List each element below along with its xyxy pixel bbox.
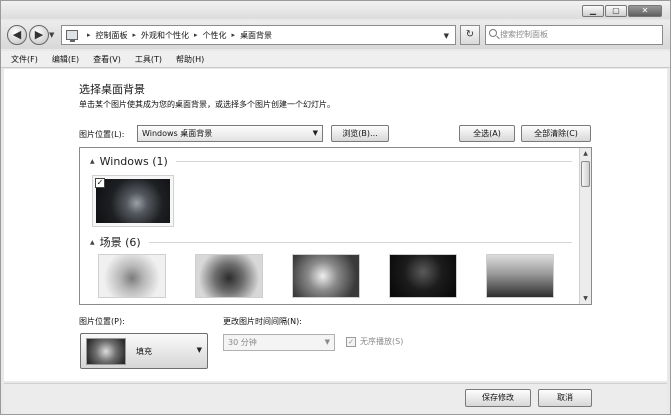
title-bar: ▁ ▢ ✕ — [1, 1, 670, 19]
breadcrumb: ▸ 控制面板 ▸ 外观和个性化 ▸ 个性化 ▸ 桌面背景 — [82, 30, 272, 41]
menu-bar: 文件(F) 编辑(E) 查看(V) 工具(T) 帮助(H) — [1, 51, 670, 68]
breadcrumb-control-panel[interactable]: 控制面板 — [96, 30, 128, 41]
picture-location-label: 图片位置(L): — [79, 130, 125, 139]
wallpaper-thumb-scene[interactable] — [389, 254, 457, 298]
collapse-icon: ▲ — [90, 158, 95, 165]
menu-tools[interactable]: 工具(T) — [135, 54, 162, 65]
gallery-scrollbar[interactable]: ▲ ▼ — [579, 148, 591, 304]
picture-location-value: Windows 桌面背景 — [142, 129, 213, 138]
chevron-down-icon: ▼ — [312, 129, 318, 137]
picture-location-select[interactable]: Windows 桌面背景 ▼ — [137, 125, 323, 142]
group-divider — [148, 241, 572, 243]
menu-view[interactable]: 查看(V) — [93, 54, 121, 65]
clear-all-button[interactable]: 全部清除(C) — [521, 125, 591, 142]
change-interval-value: 30 分钟 — [228, 338, 257, 347]
page-title: 选择桌面背景 — [79, 83, 145, 96]
refresh-button[interactable]: ↻ — [460, 25, 480, 45]
wallpaper-thumb-scene[interactable] — [98, 254, 166, 298]
control-panel-window: ▁ ▢ ✕ ◀ ▶ ▼ ▸ 控制面板 ▸ 外观和个性化 ▸ 个性化 ▸ 桌面背景… — [0, 0, 671, 415]
breadcrumb-separator: ▸ — [194, 31, 198, 39]
shuffle-checkbox[interactable]: ✓ 无序播放(S) — [346, 336, 403, 347]
search-input[interactable]: 搜索控制面板 — [485, 25, 663, 45]
picture-position-value: 填充 — [136, 347, 152, 356]
group-label-windows: Windows (1) — [99, 155, 168, 168]
wallpaper-thumb-scene[interactable] — [486, 254, 554, 298]
wallpaper-thumb-windows[interactable]: ✓ — [92, 175, 174, 227]
change-interval-select[interactable]: 30 分钟 ▼ — [223, 334, 335, 351]
search-icon — [489, 29, 497, 37]
breadcrumb-separator: ▸ — [87, 31, 91, 39]
wallpaper-thumb-scene[interactable] — [292, 254, 360, 298]
navigation-bar: ◀ ▶ ▼ ▸ 控制面板 ▸ 外观和个性化 ▸ 个性化 ▸ 桌面背景 ▼ ↻ 搜… — [1, 21, 670, 49]
breadcrumb-separator: ▸ — [231, 31, 236, 39]
window-controls: ▁ ▢ ✕ — [581, 5, 662, 17]
select-all-button[interactable]: 全选(A) — [459, 125, 515, 142]
recent-pages-dropdown[interactable]: ▼ — [49, 31, 54, 39]
wallpaper-thumb-scene[interactable] — [195, 254, 263, 298]
menu-edit[interactable]: 编辑(E) — [52, 54, 79, 65]
cancel-button[interactable]: 取消 — [538, 389, 592, 407]
position-preview-image — [86, 338, 126, 365]
windows-logo-image — [96, 179, 170, 223]
chevron-down-icon: ▼ — [196, 346, 202, 354]
address-dropdown-icon[interactable]: ▼ — [444, 32, 449, 40]
close-button[interactable]: ✕ — [628, 5, 662, 17]
scroll-up-icon[interactable]: ▲ — [580, 148, 591, 159]
checkbox-selected[interactable]: ✓ — [95, 178, 105, 188]
page-description: 单击某个图片使其成为您的桌面背景，或选择多个图片创建一个幻灯片。 — [79, 100, 335, 109]
breadcrumb-personalization[interactable]: 个性化 — [203, 30, 227, 41]
wallpaper-gallery[interactable]: ▲ Windows (1) ✓ ▲ 场景 (6) ▲ ▼ — [79, 147, 592, 305]
menu-file[interactable]: 文件(F) — [11, 54, 38, 65]
forward-button[interactable]: ▶ — [29, 25, 49, 45]
chevron-down-icon: ▼ — [324, 338, 330, 346]
back-button[interactable]: ◀ — [7, 25, 27, 45]
change-interval-label: 更改图片时间间隔(N): — [223, 317, 302, 326]
breadcrumb-separator: ▸ — [132, 31, 137, 39]
scrollbar-thumb[interactable] — [581, 161, 590, 187]
scroll-down-icon[interactable]: ▼ — [580, 293, 591, 304]
group-divider — [175, 161, 572, 162]
maximize-button[interactable]: ▢ — [605, 5, 627, 17]
menu-help[interactable]: 帮助(H) — [176, 54, 204, 65]
picture-position-label: 图片位置(P): — [79, 317, 125, 326]
save-changes-button[interactable]: 保存修改 — [465, 389, 531, 407]
group-header-windows[interactable]: ▲ Windows (1) — [90, 155, 572, 168]
breadcrumb-appearance[interactable]: 外观和个性化 — [141, 30, 189, 41]
collapse-icon: ▲ — [90, 238, 95, 246]
group-label-scenes: 场景 (6) — [99, 236, 141, 249]
group-header-scenes[interactable]: ▲ 场景 (6) — [90, 234, 572, 250]
control-panel-icon — [66, 30, 78, 42]
minimize-button[interactable]: ▁ — [582, 5, 604, 17]
breadcrumb-desktop-background[interactable]: 桌面背景 — [240, 30, 272, 41]
shuffle-label: 无序播放(S) — [360, 337, 404, 346]
browse-button[interactable]: 浏览(B)... — [331, 125, 389, 142]
search-placeholder: 搜索控制面板 — [500, 30, 548, 39]
address-bar[interactable]: ▸ 控制面板 ▸ 外观和个性化 ▸ 个性化 ▸ 桌面背景 ▼ — [61, 25, 456, 45]
picture-position-dropdown[interactable]: 填充 ▼ — [80, 333, 208, 369]
shuffle-check-icon[interactable]: ✓ — [346, 336, 356, 347]
